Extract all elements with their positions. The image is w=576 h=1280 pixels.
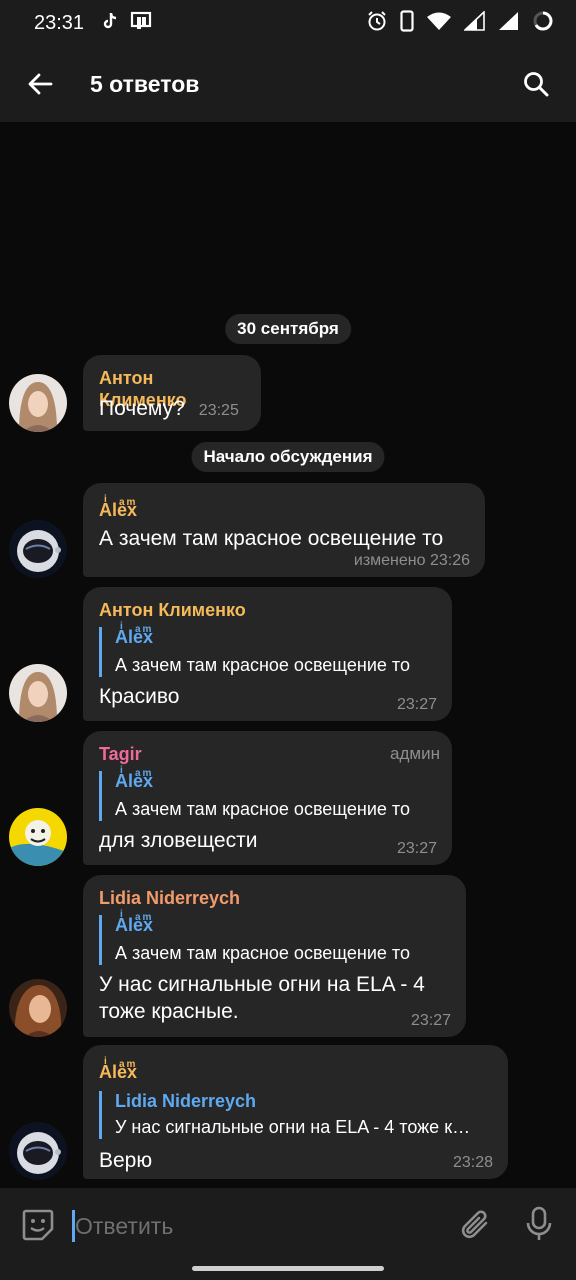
avatar[interactable] xyxy=(9,664,67,722)
date-pill: 30 сентября xyxy=(225,314,351,344)
message-text: Верю xyxy=(99,1149,153,1172)
signal-icon-2 xyxy=(498,11,520,36)
message-bubble[interactable]: Антон Клименко Почему? 23:25 xyxy=(83,355,261,431)
tiktok-icon xyxy=(100,11,120,36)
paperclip-icon xyxy=(461,1210,488,1239)
search-button[interactable] xyxy=(496,46,576,122)
reply-quote[interactable]: i am Alex А зачем там красное освещение т… xyxy=(99,765,436,821)
sticker-emoji-icon xyxy=(22,1209,54,1241)
avatar[interactable] xyxy=(9,979,67,1037)
reply-quote[interactable]: i am Alex А зачем там красное освещение т… xyxy=(99,909,450,965)
voice-button[interactable] xyxy=(524,1206,554,1247)
chat-area[interactable]: 30 сентября Антон Клименко Почему? 23:25 … xyxy=(0,122,576,1188)
message-time: 23:28 xyxy=(452,1154,493,1171)
message-bubble[interactable]: i am Alex Lidia Niderreych У нас сигнальн… xyxy=(83,1045,508,1179)
reply-text: А зачем там красное освещение то xyxy=(115,799,410,819)
reply-quote[interactable]: i am Alex А зачем там красное освещение т… xyxy=(99,621,436,677)
admin-badge: админ xyxy=(390,744,440,763)
message-time: 23:27 xyxy=(410,1012,451,1029)
input-placeholder: Ответить xyxy=(75,1212,174,1239)
message-bubble[interactable]: Lidia Niderreych i am Alex А зачем там кр… xyxy=(83,875,466,1037)
sender-name[interactable]: Антон Клименко xyxy=(99,599,436,621)
reply-sender: i am Alex xyxy=(115,765,154,791)
reply-sender: i am Alex xyxy=(115,621,154,647)
message-text: А зачем там красное освещение то xyxy=(99,527,444,550)
search-icon xyxy=(524,72,549,97)
sender-name[interactable]: i am Alex xyxy=(99,1056,492,1083)
sender-name[interactable]: Антон Клименко xyxy=(99,367,245,410)
message-time: 23:25 xyxy=(198,402,239,419)
message-bubble[interactable]: Антон Клименко i am Alex А зачем там крас… xyxy=(83,587,452,721)
sender-name[interactable]: i am Alex xyxy=(99,494,469,521)
avatar[interactable] xyxy=(9,374,67,432)
edited-time: изменено 23:26 xyxy=(353,552,470,569)
avatar[interactable] xyxy=(9,1122,67,1180)
message-input-bar: Ответить xyxy=(0,1188,576,1280)
app-bar: 5 ответов xyxy=(0,46,576,122)
avatar[interactable] xyxy=(9,520,67,578)
back-button[interactable] xyxy=(0,46,80,122)
reply-text: А зачем там красное освещение то xyxy=(115,655,410,675)
alarm-icon xyxy=(366,10,388,37)
message-bubble[interactable]: Tagir админ i am Alex А зачем там красное… xyxy=(83,731,452,865)
message-time: 23:27 xyxy=(396,696,437,713)
message-text: У нас сигнальные огни на ELA - 4 тоже кр… xyxy=(99,973,425,1023)
screen-cast-icon xyxy=(130,11,152,36)
reply-quote[interactable]: Lidia Niderreych У нас сигнальные огни н… xyxy=(99,1091,492,1139)
status-time: 23:31 xyxy=(34,11,85,34)
home-indicator[interactable] xyxy=(192,1266,384,1271)
reply-sender: i am Alex xyxy=(115,909,154,935)
reply-text: А зачем там красное освещение то xyxy=(115,943,410,963)
signal-icon xyxy=(462,9,486,36)
arrow-left-icon xyxy=(28,73,53,95)
status-bar: 23:31 xyxy=(0,0,576,46)
reply-sender: Lidia Niderreych xyxy=(115,1091,257,1111)
microphone-icon xyxy=(526,1206,552,1240)
message-time: 23:27 xyxy=(396,840,437,857)
discussion-start-pill: Начало обсуждения xyxy=(191,442,385,472)
battery-icon xyxy=(532,10,554,37)
message-bubble[interactable]: i am Alex А зачем там красное освещение … xyxy=(83,483,485,577)
message-text: для зловещести xyxy=(99,829,258,852)
sender-name[interactable]: Lidia Niderreych xyxy=(99,887,450,909)
reply-text: У нас сигнальные огни на ELA - 4 тоже к… xyxy=(115,1117,471,1137)
message-input[interactable]: Ответить xyxy=(72,1206,432,1246)
emoji-button[interactable] xyxy=(20,1207,56,1248)
page-title: 5 ответов xyxy=(90,70,200,97)
message-text: Красиво xyxy=(99,685,180,708)
message-text: Почему? xyxy=(99,397,185,420)
sender-name[interactable]: Tagir xyxy=(99,743,436,765)
phone-icon xyxy=(400,9,414,37)
wifi-icon xyxy=(426,11,452,36)
avatar[interactable] xyxy=(9,808,67,866)
attach-button[interactable] xyxy=(458,1208,492,1247)
